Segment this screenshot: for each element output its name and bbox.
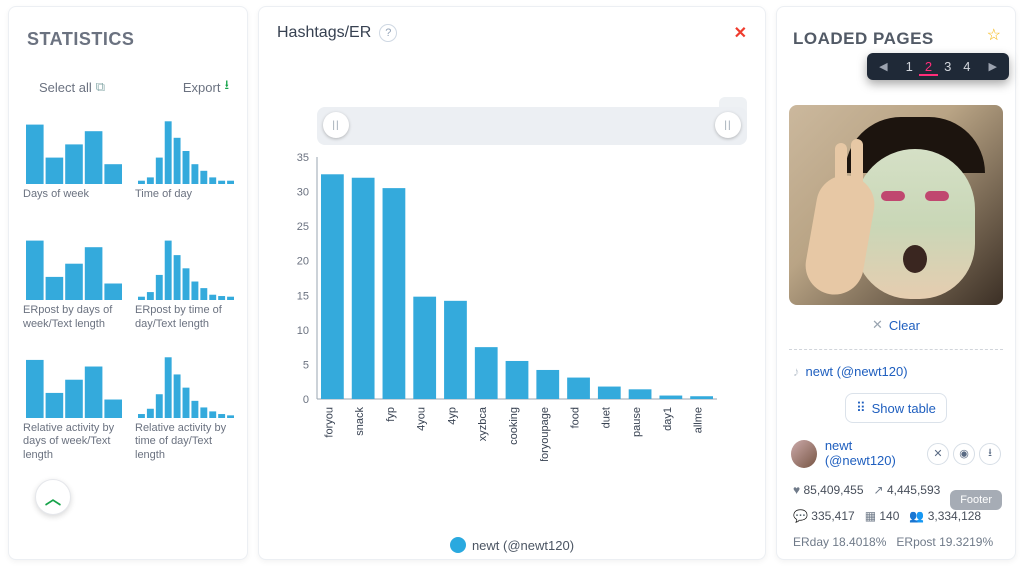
- slider-handle-right[interactable]: ||: [715, 112, 741, 138]
- stat-thumbnail-label: ERpost by time of day/Text length: [135, 304, 239, 332]
- bar[interactable]: [506, 361, 529, 399]
- stat-thumbnail[interactable]: Relative activity by days of week/Text l…: [23, 346, 127, 463]
- legend-dot-icon: [450, 537, 466, 553]
- copy-icon: ⧉: [96, 79, 105, 95]
- range-slider[interactable]: || ||: [317, 107, 747, 145]
- footer-chip: Footer: [950, 490, 1002, 510]
- svg-text:snack: snack: [354, 407, 366, 436]
- bar[interactable]: [321, 174, 344, 399]
- stat-thumbnail-label: Days of week: [23, 188, 127, 214]
- page-selector[interactable]: ◀ 1234 ▶: [867, 53, 1009, 80]
- svg-text:foryoupage: foryoupage: [539, 407, 551, 461]
- close-button[interactable]: ✕: [734, 23, 747, 43]
- loaded-pages-title: LOADED PAGES: [793, 29, 1003, 49]
- svg-text:35: 35: [297, 152, 309, 164]
- stat-thumbnail-label: Relative activity by days of week/Text l…: [23, 422, 127, 463]
- bar[interactable]: [690, 396, 713, 399]
- bar[interactable]: [475, 347, 498, 399]
- view-account-button[interactable]: ◉: [953, 443, 975, 465]
- tiktok-icon: ♪: [793, 364, 800, 379]
- followers-icon: 👥: [909, 509, 924, 523]
- share-icon: ↗: [874, 483, 884, 497]
- bar[interactable]: [598, 387, 621, 399]
- stat-thumbnail-label: ERpost by days of week/Text length: [23, 304, 127, 332]
- stat-thumbnail-label: Time of day: [135, 188, 239, 214]
- scroll-up-button[interactable]: ︿: [35, 479, 71, 515]
- bar[interactable]: [536, 370, 559, 399]
- svg-text:25: 25: [297, 221, 309, 233]
- svg-text:4yp: 4yp: [446, 407, 458, 425]
- favorite-icon[interactable]: ☆: [987, 25, 1001, 45]
- loaded-pages-panel: LOADED PAGES ☆ ◀ 1234 ▶ ✕ Clear ♪ newt (…: [776, 6, 1016, 560]
- statistics-title: STATISTICS: [27, 29, 229, 50]
- heart-icon: ♥: [793, 483, 800, 497]
- svg-text:15: 15: [297, 290, 309, 302]
- bar[interactable]: [629, 389, 652, 399]
- svg-text:food: food: [570, 407, 582, 428]
- slider-handle-left[interactable]: ||: [323, 112, 349, 138]
- chart-panel: Hashtags/ER ? ✕ ☁ || || 05101520253035fo…: [258, 6, 766, 560]
- close-icon: ✕: [872, 317, 883, 333]
- statistics-panel: STATISTICS Select all ⧉ Export ⭳ Days of…: [8, 6, 248, 560]
- avatar: [791, 440, 817, 468]
- chevron-up-icon: ︿: [45, 485, 61, 509]
- svg-text:pause: pause: [631, 407, 643, 437]
- bar-chart: 0 5 10 15 20 25 30 35 foryou snack fyp 4you 4yp xyzbc…: [277, 151, 723, 461]
- page-number[interactable]: 1: [900, 59, 919, 74]
- help-icon[interactable]: ?: [379, 24, 397, 42]
- clear-button[interactable]: ✕ Clear: [789, 313, 1003, 337]
- remove-account-button[interactable]: ✕: [927, 443, 949, 465]
- svg-text:30: 30: [297, 187, 309, 199]
- comment-icon: 💬: [793, 509, 808, 523]
- bar[interactable]: [567, 378, 590, 399]
- close-icon: ✕: [933, 447, 942, 460]
- stat-thumbnail[interactable]: Relative activity by time of day/Text le…: [135, 346, 239, 463]
- svg-text:cooking: cooking: [508, 407, 520, 445]
- download-icon: ⭳: [224, 76, 229, 98]
- svg-text:foryou: foryou: [323, 407, 335, 438]
- svg-text:20: 20: [297, 256, 309, 268]
- bar[interactable]: [383, 188, 406, 399]
- export-button[interactable]: Export ⭳: [183, 76, 229, 98]
- profile-image: [789, 105, 1003, 305]
- video-icon: ▦: [865, 509, 876, 523]
- stat-thumbnail[interactable]: ERpost by days of week/Text length: [23, 228, 127, 332]
- svg-text:xyzbca: xyzbca: [477, 406, 489, 441]
- svg-text:duet: duet: [600, 407, 612, 428]
- bar[interactable]: [444, 301, 467, 399]
- select-all-button[interactable]: Select all ⧉: [39, 76, 105, 98]
- stat-thumbnail-label: Relative activity by time of day/Text le…: [135, 422, 239, 463]
- svg-text:4you: 4you: [416, 407, 428, 431]
- stat-thumbnail[interactable]: ERpost by time of day/Text length: [135, 228, 239, 332]
- account-row: newt (@newt120) ✕ ◉ ⭳: [789, 435, 1003, 473]
- chart-legend: newt (@newt120): [277, 533, 747, 553]
- page-number[interactable]: 3: [938, 59, 957, 74]
- page-number[interactable]: 2: [919, 59, 938, 76]
- bar[interactable]: [659, 396, 682, 399]
- stat-thumbnail[interactable]: Days of week: [23, 112, 127, 214]
- bar[interactable]: [352, 178, 375, 399]
- page-number[interactable]: 4: [957, 59, 976, 74]
- svg-text:0: 0: [303, 394, 309, 406]
- svg-text:5: 5: [303, 359, 309, 371]
- page-prev-icon[interactable]: ◀: [873, 60, 893, 73]
- show-table-button[interactable]: ⠿ Show table: [845, 393, 947, 423]
- stat-thumbnail[interactable]: Time of day: [135, 112, 239, 214]
- svg-text:day1: day1: [662, 407, 674, 431]
- grid-icon: ⠿: [856, 400, 866, 416]
- svg-text:10: 10: [297, 325, 309, 337]
- account-handle[interactable]: ♪ newt (@newt120): [789, 362, 1003, 381]
- svg-text:allme: allme: [693, 407, 705, 433]
- download-account-button[interactable]: ⭳: [979, 443, 1001, 465]
- download-icon: ⭳: [988, 444, 992, 463]
- bar[interactable]: [413, 297, 436, 399]
- page-next-icon[interactable]: ▶: [983, 60, 1003, 73]
- eye-icon: ◉: [959, 447, 969, 460]
- account-engagement: ERday 18.4018% ERpost 19.3219%: [789, 533, 1003, 551]
- svg-text:fyp: fyp: [385, 407, 397, 422]
- chart-title: Hashtags/ER: [277, 24, 371, 42]
- account-name[interactable]: newt (@newt120): [825, 439, 919, 469]
